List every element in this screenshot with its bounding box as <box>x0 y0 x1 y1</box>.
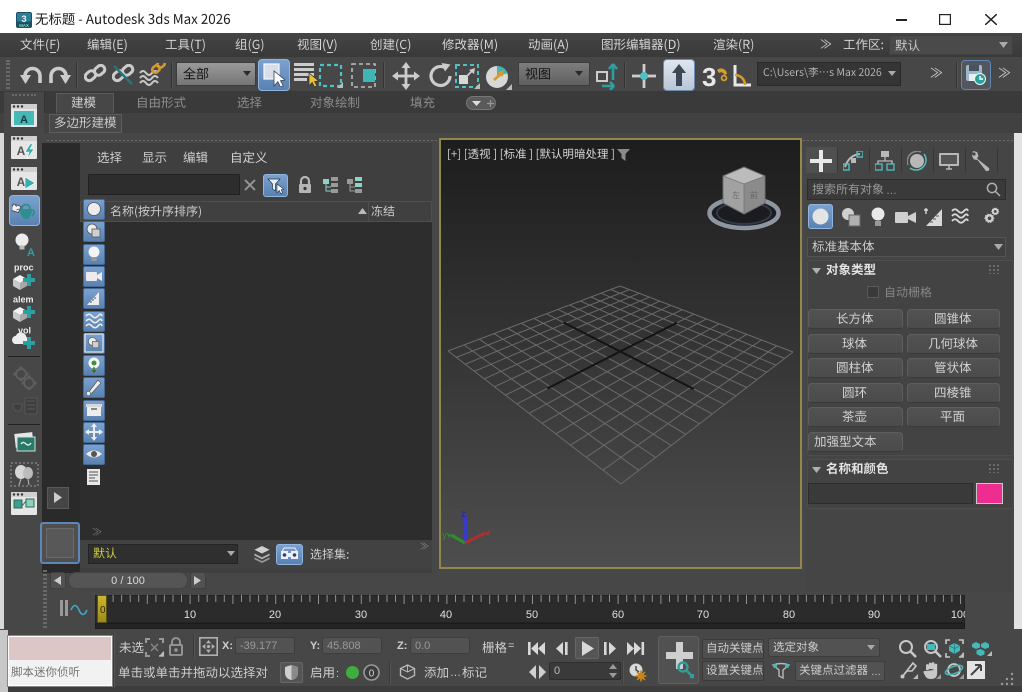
svg-text:30: 30 <box>355 609 367 621</box>
svg-text:3: 3 <box>702 62 716 90</box>
svg-text:90: 90 <box>868 609 880 621</box>
svg-text:左: 左 <box>732 190 740 200</box>
svg-text:20: 20 <box>269 609 281 621</box>
svg-text:40: 40 <box>440 609 452 621</box>
svg-text:50: 50 <box>526 609 538 621</box>
svg-text:A: A <box>17 144 26 158</box>
svg-text:70: 70 <box>697 609 709 621</box>
svg-text:A: A <box>17 175 26 189</box>
svg-text:60: 60 <box>612 609 624 621</box>
svg-text:10: 10 <box>184 609 196 621</box>
svg-text:0: 0 <box>369 669 375 680</box>
svg-text:MAX: MAX <box>19 23 29 28</box>
svg-text:80: 80 <box>783 609 795 621</box>
svg-text:前: 前 <box>750 190 758 200</box>
svg-text:proc: proc <box>14 263 34 273</box>
svg-text:y: y <box>442 530 447 541</box>
svg-text:100: 100 <box>951 609 965 621</box>
svg-text:A: A <box>20 114 28 126</box>
svg-text:A: A <box>27 247 35 258</box>
svg-text:z: z <box>461 509 466 520</box>
svg-text:alem: alem <box>13 295 34 305</box>
